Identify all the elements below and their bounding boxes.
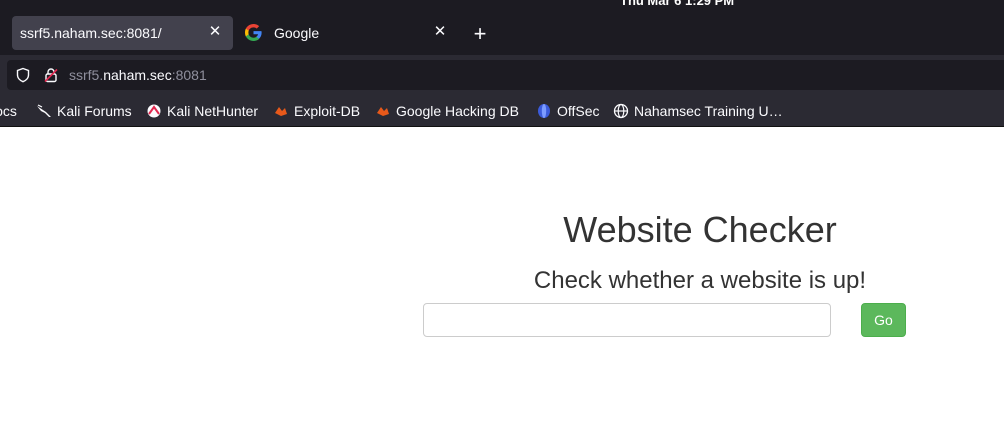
bookmark-label: Nahamsec Training U… — [634, 103, 783, 119]
google-icon — [245, 24, 262, 41]
bookmark-offsec[interactable]: OffSec — [536, 103, 600, 119]
bookmark-label: Kali NetHunter — [167, 103, 259, 119]
bookmark-nahamsec-training[interactable]: Nahamsec Training U… — [613, 103, 783, 119]
globe-icon — [613, 103, 629, 119]
tab-strip: ssrf5.naham.sec:8081/ ✕ Google ✕ + — [0, 10, 1004, 55]
bookmark-label: Google Hacking DB — [396, 103, 519, 119]
bookmarks-toolbar: Docs Kali Forums Kali NetHunter Exploit-… — [0, 95, 1004, 127]
bookmark-label: Docs — [0, 103, 17, 119]
bookmark-label: OffSec — [557, 103, 600, 119]
bookmark-label: Exploit-DB — [294, 103, 361, 119]
page-content: Website Checker Check whether a website … — [0, 127, 1004, 426]
new-tab-button[interactable]: + — [469, 23, 491, 46]
insecure-lock-icon[interactable] — [43, 67, 59, 83]
go-button[interactable]: Go — [861, 303, 906, 337]
bookmark-kali-nethunter[interactable]: Kali NetHunter — [146, 103, 258, 119]
close-icon[interactable]: ✕ — [207, 22, 223, 42]
bookmark-kali-forums[interactable]: Kali Forums — [36, 103, 132, 119]
url-text[interactable]: ssrf5.naham.sec:8081 — [69, 67, 207, 83]
url-port: :8081 — [171, 67, 207, 83]
website-url-input[interactable] — [423, 303, 831, 337]
tab-ssrf5[interactable]: ssrf5.naham.sec:8081/ ✕ — [12, 16, 233, 50]
bookmark-docs[interactable]: Docs — [0, 103, 17, 119]
exploitdb-icon — [275, 107, 287, 116]
tab-google[interactable]: Google ✕ — [240, 16, 458, 50]
close-icon[interactable]: ✕ — [432, 22, 448, 42]
system-clock: Thu Mar 6 1:29 PM — [620, 0, 735, 8]
tab-title: Google — [274, 25, 320, 41]
bookmark-google-hacking-db[interactable]: Google Hacking DB — [375, 103, 519, 119]
url-domain: naham.sec — [103, 67, 172, 83]
page-subtitle: Check whether a website is up! — [533, 267, 867, 294]
page-title: Website Checker — [563, 209, 837, 250]
navigation-toolbar: ssrf5.naham.sec:8081 — [0, 55, 1004, 95]
offsec-icon — [538, 104, 550, 118]
shield-icon[interactable] — [15, 67, 31, 83]
url-subdomain: ssrf5. — [69, 67, 104, 83]
ghdb-icon — [377, 107, 389, 116]
address-bar[interactable]: ssrf5.naham.sec:8081 — [7, 60, 1004, 90]
kali-dragon-icon — [37, 104, 51, 117]
nethunter-icon — [147, 104, 161, 118]
bookmark-label: Kali Forums — [57, 103, 132, 119]
tab-title: ssrf5.naham.sec:8081/ — [20, 25, 162, 41]
system-top-bar: Thu Mar 6 1:29 PM — [0, 0, 1004, 10]
bookmark-exploit-db[interactable]: Exploit-DB — [273, 103, 360, 119]
